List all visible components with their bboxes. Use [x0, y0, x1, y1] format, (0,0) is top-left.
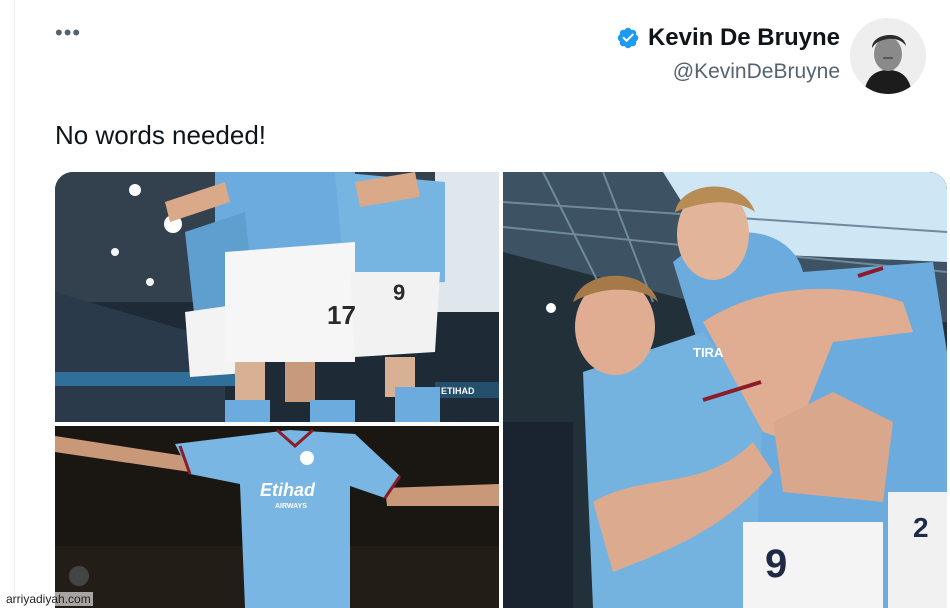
photo-celebration-huddle: 17 9 ETIHAD — [55, 172, 499, 422]
media-photo-celebration-huddle[interactable]: 17 9 ETIHAD — [55, 172, 499, 422]
photo-arms-wide: Etihad AIRWAYS — [55, 426, 499, 608]
shirt-number-haaland: 9 — [765, 542, 787, 586]
avatar-image — [850, 18, 926, 94]
media-photo-team-celebration[interactable]: TIRA 9 2 — [503, 172, 947, 608]
tweet-text: No words needed! — [55, 120, 267, 150]
shirt-number-17: 17 — [327, 300, 356, 330]
tweet-card[interactable]: ••• Kevin De Bruyne @KevinDeBruyne No wo… — [14, 0, 950, 608]
media-photo-arms-wide[interactable]: Etihad AIRWAYS — [55, 426, 499, 608]
author-handle[interactable]: @KevinDeBruyne — [616, 60, 840, 84]
shirt-number-partial: 2 — [913, 512, 929, 543]
more-options-icon[interactable]: ••• — [55, 22, 81, 44]
shirt-number-9: 9 — [393, 280, 405, 305]
photo-team-celebration: TIRA 9 2 — [503, 172, 947, 608]
tweet-author[interactable]: Kevin De Bruyne @KevinDeBruyne — [616, 24, 840, 84]
tweet-media-grid[interactable]: 17 9 ETIHAD Etihad AIRWAYS TIRA 9 2 — [55, 172, 947, 608]
watermark: arriyadiyah.com — [4, 592, 93, 606]
sleeve-text: TIRA — [693, 345, 724, 360]
stand-sign: ETIHAD — [441, 386, 475, 396]
avatar[interactable] — [850, 18, 926, 94]
author-display-name[interactable]: Kevin De Bruyne — [648, 24, 840, 52]
verified-badge-icon — [617, 27, 639, 49]
shirt-sponsor-sub: AIRWAYS — [275, 503, 307, 510]
shirt-sponsor: Etihad — [260, 480, 316, 500]
